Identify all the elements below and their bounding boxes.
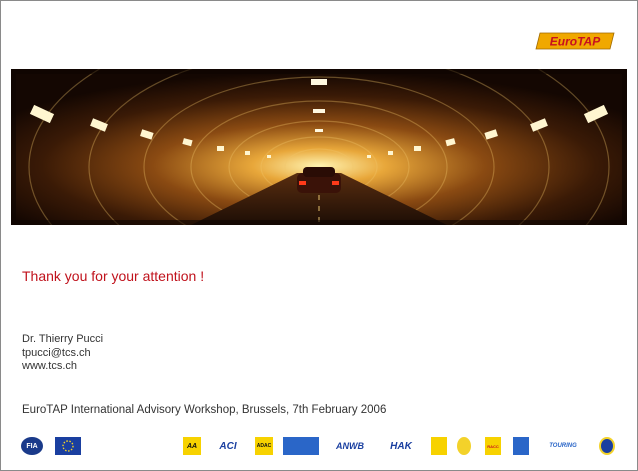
racc-logo-icon: RACC bbox=[485, 437, 501, 455]
rac-logo-icon bbox=[457, 437, 471, 455]
event-line: EuroTAP International Advisory Workshop,… bbox=[22, 404, 387, 416]
raci-logo-icon bbox=[513, 437, 529, 455]
ampea-logo-icon bbox=[283, 437, 319, 455]
eu-flag-logo-icon bbox=[55, 437, 81, 455]
contact-block: Dr. Thierry Pucci tpucci@tcs.ch www.tcs.… bbox=[22, 333, 103, 374]
road-tunnel-photo-icon bbox=[11, 69, 627, 225]
tunnel-photo bbox=[11, 69, 627, 225]
eurotap-logo-text: EuroTAP bbox=[550, 35, 601, 49]
contact-email[interactable]: tpucci@tcs.ch bbox=[22, 347, 103, 361]
adac-logo-icon: ADAC bbox=[255, 437, 273, 455]
tcs-logo-icon bbox=[599, 437, 615, 455]
thank-you-message: Thank you for your attention ! bbox=[22, 268, 205, 284]
touring-logo-icon: TOURING bbox=[541, 437, 585, 455]
contact-website[interactable]: www.tcs.ch bbox=[22, 360, 103, 374]
fia-logo-icon: FIA bbox=[21, 437, 43, 455]
contact-name: Dr. Thierry Pucci bbox=[22, 333, 104, 345]
oeamtc-logo-icon bbox=[431, 437, 447, 455]
eurotap-logo: EuroTAP bbox=[535, 32, 615, 50]
slide: EuroTAP Thank you for your attention ! D… bbox=[0, 0, 638, 471]
aci-logo-icon: ACI bbox=[213, 437, 243, 455]
aa-logo-icon: AA bbox=[183, 437, 201, 455]
partner-logos-bar: FIA AA ACI ADAC ANWB HAK RACC TOURING bbox=[1, 433, 637, 459]
hak-logo-icon: HAK bbox=[381, 437, 421, 455]
anwb-logo-icon: ANWB bbox=[329, 437, 371, 455]
